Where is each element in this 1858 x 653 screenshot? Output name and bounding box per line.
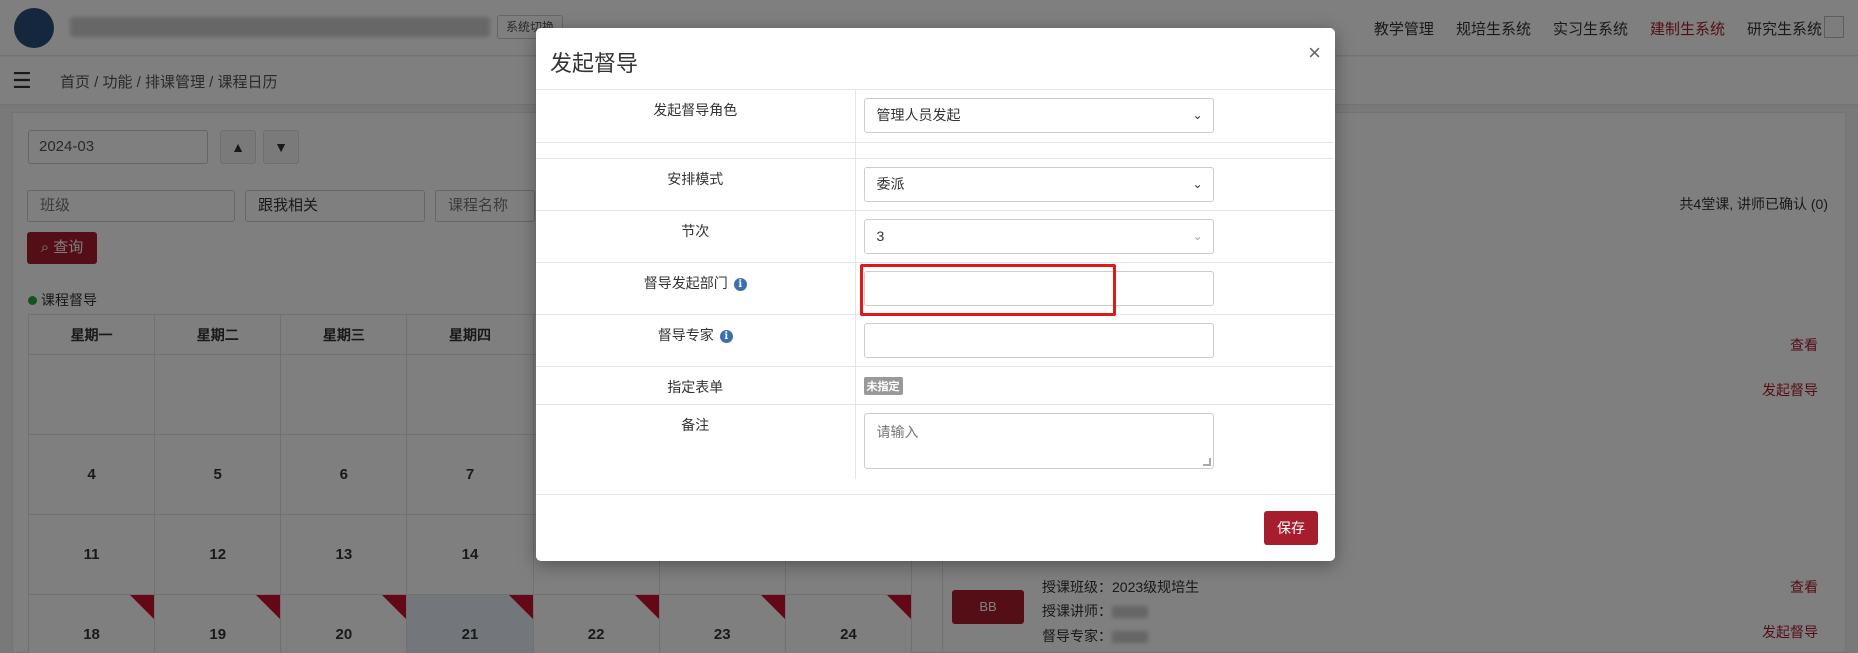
dialog-header: 发起督导 ×	[536, 28, 1335, 90]
spacer	[855, 141, 1334, 158]
period-select[interactable]: 3 ⌄	[863, 218, 1214, 254]
remark-cell: 请输入	[855, 403, 1334, 479]
mode-select[interactable]: 委派 ⌄	[863, 166, 1214, 202]
info-icon[interactable]: i	[733, 277, 747, 291]
mode-cell: 委派 ⌄	[855, 157, 1334, 210]
remark-label: 备注	[536, 403, 856, 479]
unassigned-form-tag: 未指定	[863, 376, 903, 395]
role-label: 发起督导角色	[536, 90, 856, 142]
chevron-down-icon: ⌄	[1192, 176, 1203, 191]
dept-label: 督导发起部门	[643, 274, 728, 291]
expert-cell	[855, 313, 1334, 366]
period-label: 节次	[536, 209, 856, 262]
remark-placeholder: 请输入	[876, 423, 919, 440]
annotation-highlight-box	[860, 264, 1116, 316]
expert-label-cell: 督导专家 i	[536, 313, 856, 366]
spacer	[536, 141, 856, 158]
mode-select-value: 委派	[876, 175, 905, 192]
form-label: 指定表单	[536, 365, 856, 404]
period-select-value: 3	[876, 227, 885, 244]
dialog-title: 发起督导	[550, 51, 639, 76]
close-icon[interactable]: ×	[1308, 42, 1321, 64]
resize-handle[interactable]	[1202, 457, 1211, 466]
expert-label: 督导专家	[657, 326, 714, 343]
remark-textarea[interactable]: 请输入	[863, 412, 1214, 469]
info-icon[interactable]: i	[719, 329, 733, 343]
chevron-down-icon: ⌄	[1192, 228, 1203, 243]
role-select[interactable]: 管理人员发起 ⌄	[863, 98, 1214, 133]
dept-label-cell: 督导发起部门 i	[536, 261, 856, 314]
form-cell: 未指定	[855, 365, 1334, 404]
role-select-value: 管理人员发起	[876, 107, 961, 123]
chevron-down-icon: ⌄	[1192, 108, 1203, 122]
mode-label: 安排模式	[536, 157, 856, 210]
role-cell: 管理人员发起 ⌄	[855, 90, 1334, 142]
expert-input[interactable]	[863, 322, 1214, 358]
period-cell: 3 ⌄	[855, 209, 1334, 262]
save-button[interactable]: 保存	[1264, 511, 1318, 545]
